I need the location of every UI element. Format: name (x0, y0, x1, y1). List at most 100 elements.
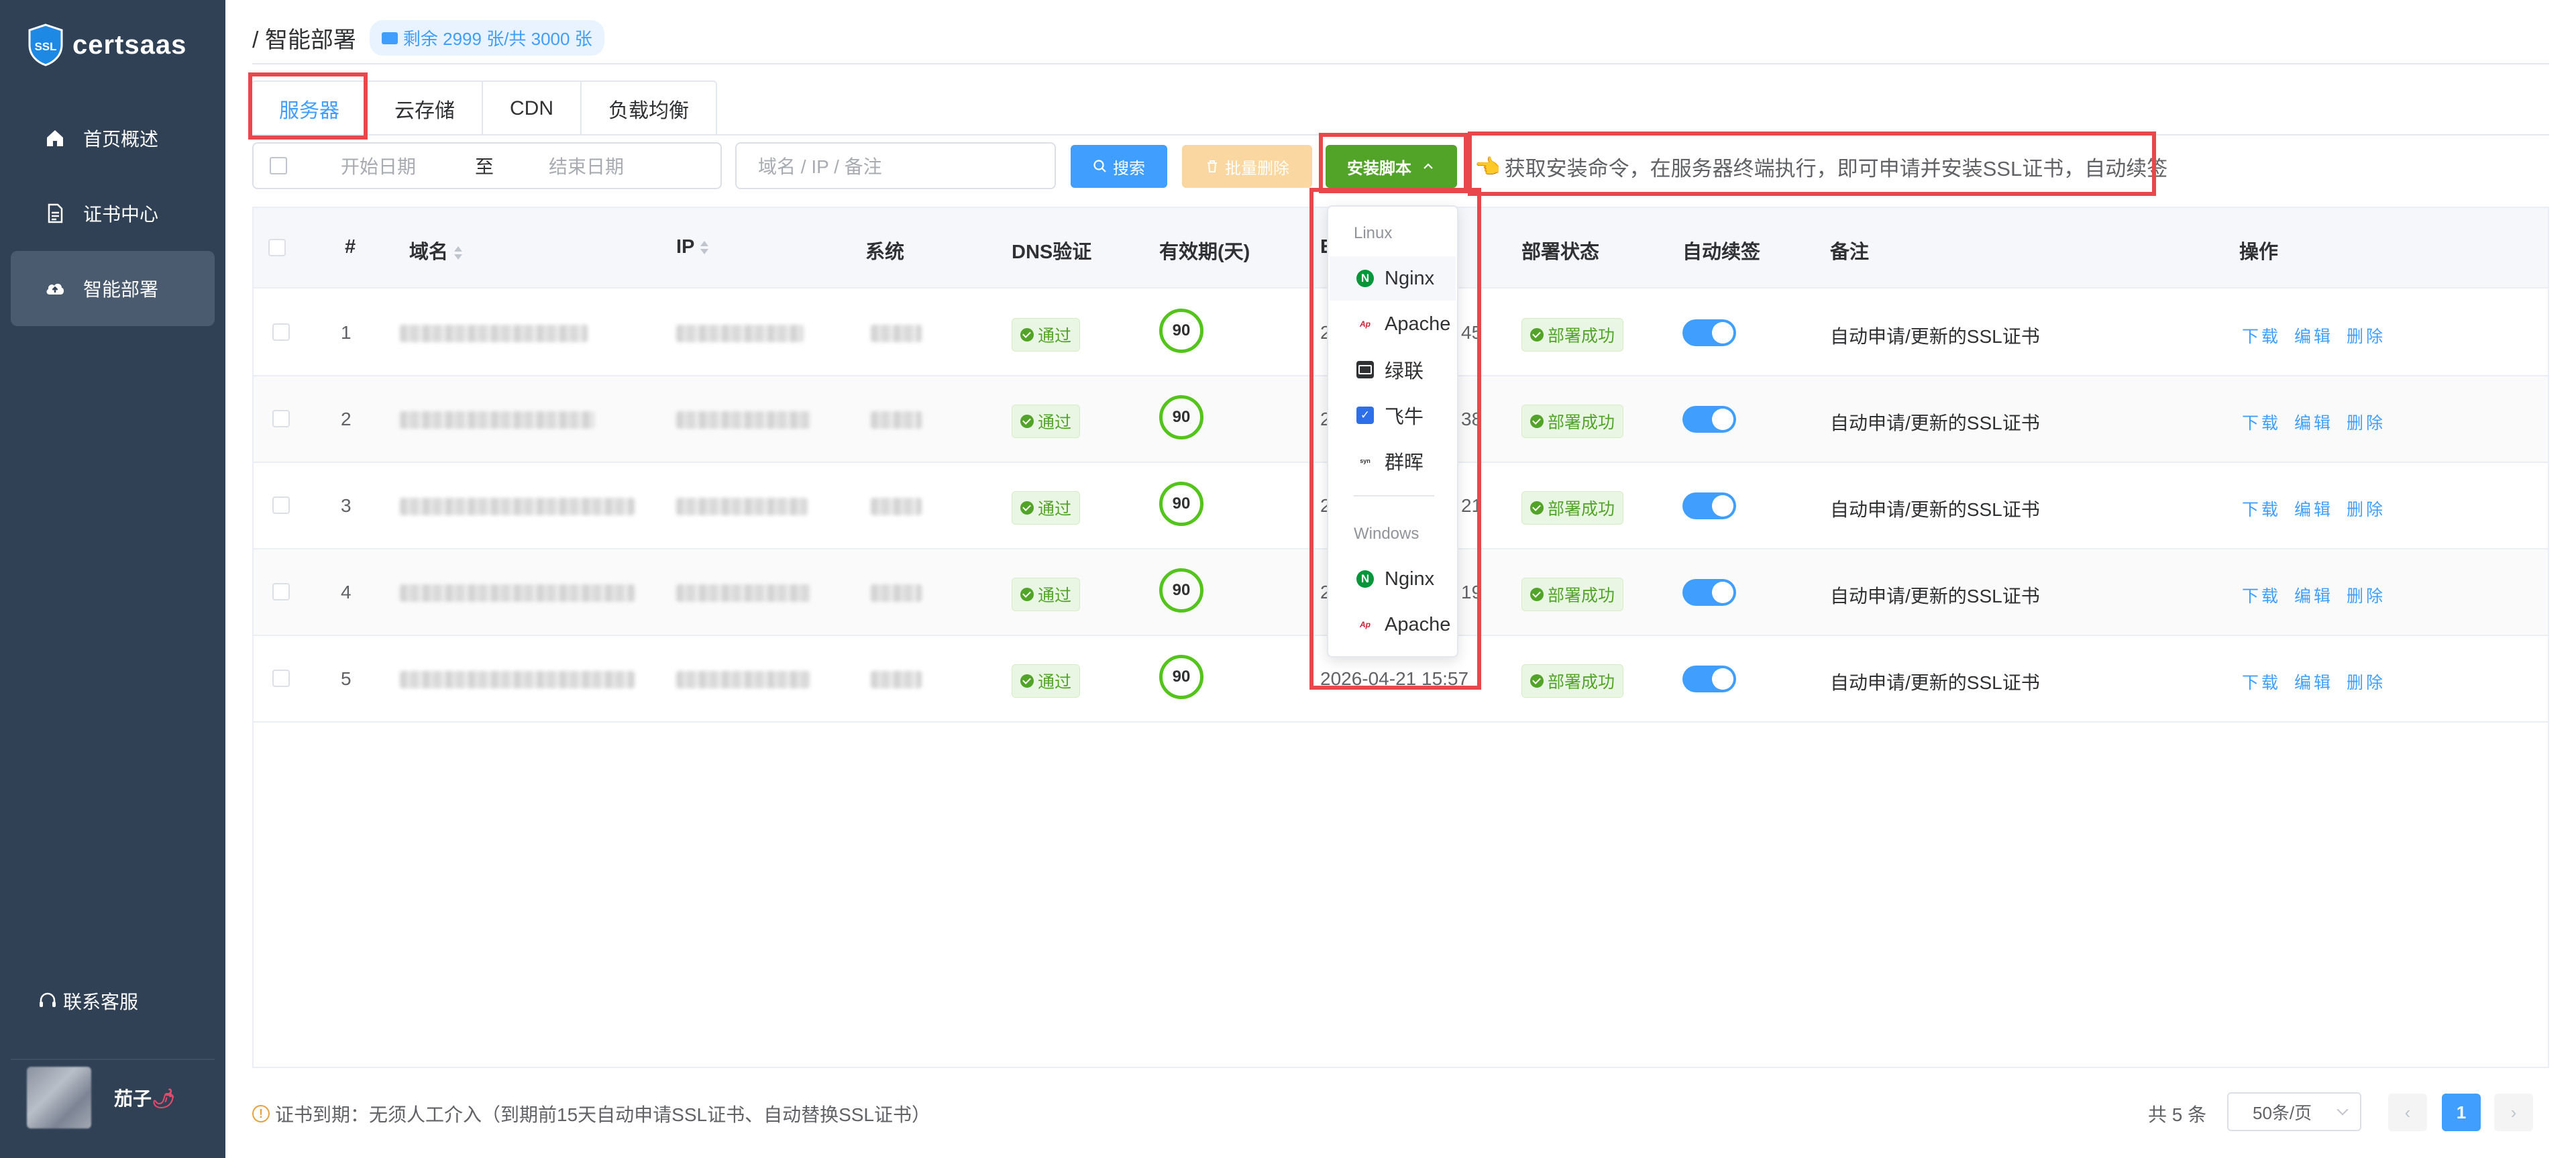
download-link[interactable]: 下载 (2242, 501, 2281, 519)
start-date-input[interactable]: 开始日期 (341, 152, 475, 179)
avatar (27, 1067, 91, 1128)
column-header-validity: 有效期(天) (1159, 242, 1250, 263)
sort-icon[interactable] (700, 240, 709, 256)
auto-renew-toggle[interactable] (1682, 666, 1736, 692)
row-checkbox[interactable] (272, 323, 290, 341)
download-link[interactable]: 下载 (2242, 674, 2281, 692)
dns-status-badge: 通过 (1012, 318, 1081, 352)
system-redacted (871, 411, 922, 429)
download-link[interactable]: 下载 (2242, 587, 2281, 606)
windows-apache-option[interactable]: Ap Apache (1330, 602, 1456, 647)
row-checkbox[interactable] (272, 583, 290, 600)
column-header-domain[interactable]: 域名 (409, 236, 463, 264)
search-input[interactable]: 域名 / IP / 备注 (735, 142, 1056, 189)
search-button[interactable]: 搜索 (1071, 145, 1167, 188)
column-header-index: # (345, 236, 356, 258)
breadcrumb: / 智能部署 剩余 2999 张/共 3000 张 (252, 20, 604, 56)
delete-link[interactable]: 删除 (2347, 414, 2385, 433)
auto-renew-toggle[interactable] (1682, 406, 1736, 433)
windows-nginx-option[interactable]: N Nginx (1330, 557, 1456, 601)
linux-nginx-option[interactable]: N Nginx (1330, 256, 1456, 301)
deploy-status-badge: 部署成功 (1521, 664, 1624, 698)
sidebar-item-home[interactable]: 首页概述 (11, 101, 215, 176)
contact-support-link[interactable]: 联系客服 (38, 988, 138, 1014)
domain-redacted (400, 498, 635, 515)
sidebar: SSL certsaas 首页概述 证书中心 智能部署 联系客服 茄子🌶 (0, 0, 225, 1158)
download-link[interactable]: 下载 (2242, 327, 2281, 346)
select-all-checkbox[interactable] (268, 239, 286, 256)
page-size-select[interactable]: 50条/页 (2227, 1092, 2361, 1131)
validity-ring: 90 (1159, 568, 1203, 613)
remark-text: 自动申请/更新的SSL证书 (1830, 499, 2040, 520)
column-header-remark: 备注 (1830, 242, 1870, 263)
column-header-ip[interactable]: IP (676, 236, 709, 258)
sidebar-item-label: 首页概述 (83, 129, 159, 150)
row-actions: 下载 编辑 删除 (2242, 670, 2399, 694)
support-label: 联系客服 (63, 992, 139, 1012)
expiry-note: ! 证书到期：无须人工介入（到期前15天自动申请SSL证书、自动替换SSL证书） (252, 1100, 930, 1127)
check-circle-icon (1530, 588, 1544, 601)
row-actions: 下载 编辑 删除 (2242, 496, 2399, 521)
remark-text: 自动申请/更新的SSL证书 (1830, 413, 2040, 433)
sidebar-item-certificates[interactable]: 证书中心 (11, 176, 215, 251)
sidebar-item-deploy[interactable]: 智能部署 (11, 251, 215, 326)
highlight-tab-server (248, 72, 368, 140)
edit-link[interactable]: 编辑 (2294, 327, 2333, 346)
page-title: / 智能部署 (252, 28, 356, 53)
ip-redacted (676, 325, 804, 342)
row-checkbox[interactable] (272, 670, 290, 687)
delete-link[interactable]: 删除 (2347, 501, 2385, 519)
edit-link[interactable]: 编辑 (2294, 501, 2333, 519)
tab-load-balancer[interactable]: 负载均衡 (582, 82, 716, 136)
validity-ring: 90 (1159, 482, 1203, 526)
sidebar-item-label: 证书中心 (83, 204, 159, 225)
home-icon (47, 130, 63, 146)
cloud-upload-icon (46, 283, 64, 295)
edit-link[interactable]: 编辑 (2294, 587, 2333, 606)
search-icon (1093, 160, 1106, 172)
edit-link[interactable]: 编辑 (2294, 674, 2333, 692)
system-redacted (871, 498, 922, 515)
row-checkbox[interactable] (272, 410, 290, 427)
logo[interactable]: SSL certsaas (27, 21, 186, 68)
auto-renew-toggle[interactable] (1682, 579, 1736, 606)
ip-redacted (676, 584, 810, 602)
dns-status-badge: 通过 (1012, 578, 1081, 611)
dns-status-badge: 通过 (1012, 664, 1081, 698)
linux-apache-option[interactable]: Ap Apache (1330, 302, 1456, 346)
page-1-button[interactable]: 1 (2442, 1094, 2481, 1131)
row-checkbox[interactable] (272, 496, 290, 514)
check-circle-icon (1020, 674, 1034, 688)
delete-link[interactable]: 删除 (2347, 674, 2385, 692)
nginx-icon: N (1356, 270, 1374, 287)
app-name: certsaas (72, 30, 187, 60)
end-date-input[interactable]: 结束日期 (549, 152, 683, 179)
prev-page-button[interactable]: ‹ (2388, 1094, 2427, 1131)
edit-link[interactable]: 编辑 (2294, 414, 2333, 433)
tab-cdn[interactable]: CDN (483, 82, 582, 136)
apache-icon: Ap (1360, 620, 1371, 629)
linux-synology-option[interactable]: syn 群晖 (1330, 439, 1456, 483)
ip-redacted (676, 498, 808, 515)
validity-ring: 90 (1159, 655, 1203, 699)
sort-icon[interactable] (453, 245, 463, 261)
download-link[interactable]: 下载 (2242, 414, 2281, 433)
linux-ugreen-option[interactable]: 绿联 (1330, 348, 1456, 392)
delete-link[interactable]: 删除 (2347, 587, 2385, 606)
deploy-status-badge: 部署成功 (1521, 491, 1624, 525)
date-range-picker[interactable]: 开始日期 至 结束日期 (252, 142, 722, 189)
row-actions: 下载 编辑 删除 (2242, 583, 2399, 607)
auto-renew-toggle[interactable] (1682, 492, 1736, 519)
check-circle-icon (1530, 501, 1544, 515)
chili-emoji: 🌶 (152, 1088, 176, 1109)
batch-delete-button[interactable]: 批量删除 (1182, 145, 1312, 188)
delete-link[interactable]: 删除 (2347, 327, 2385, 346)
domain-redacted (400, 411, 594, 429)
next-page-button[interactable]: › (2494, 1094, 2533, 1131)
user-profile[interactable]: 茄子🌶 (27, 1067, 176, 1128)
linux-fnos-option[interactable]: ✓ 飞牛 (1330, 393, 1456, 437)
auto-renew-toggle[interactable] (1682, 319, 1736, 346)
total-count: 共 5 条 (2148, 1104, 2207, 1125)
tab-cloud-storage[interactable]: 云存储 (368, 82, 483, 136)
trash-icon (1208, 160, 1217, 172)
